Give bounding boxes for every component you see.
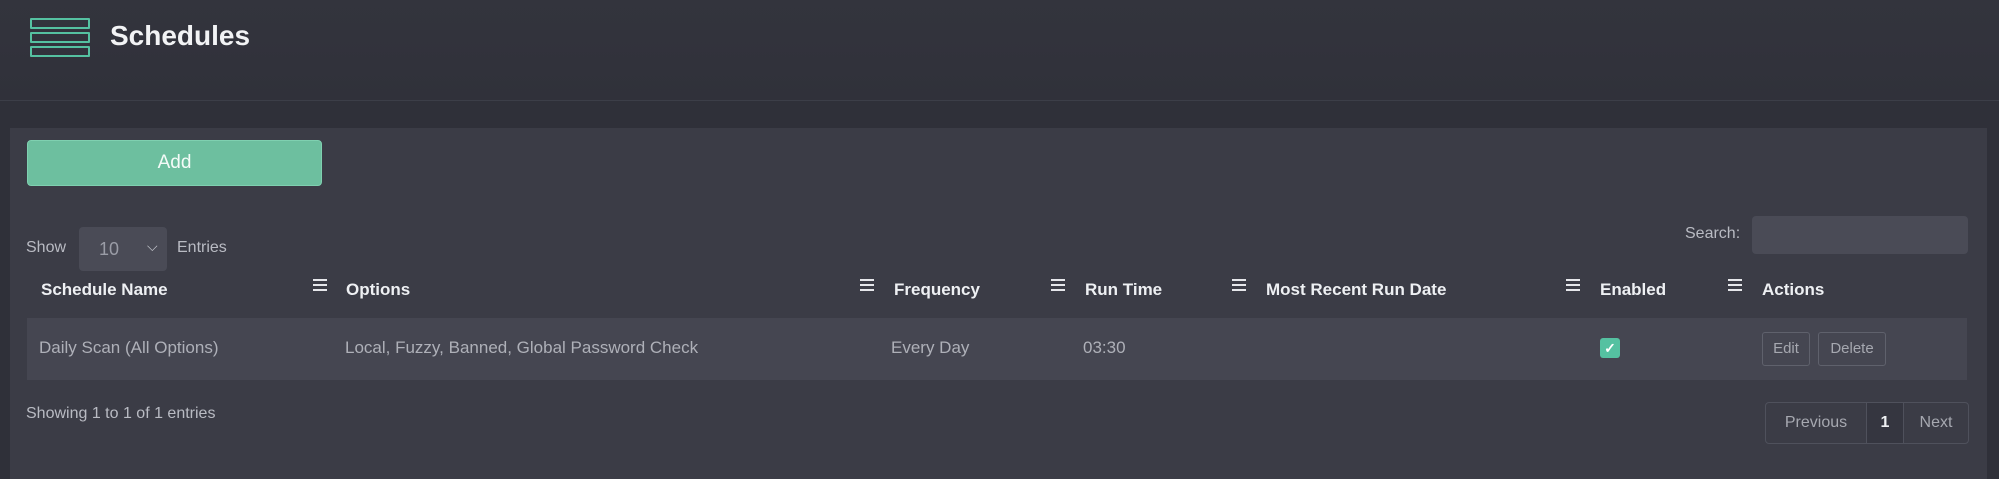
edit-button[interactable]: Edit bbox=[1762, 332, 1810, 366]
sort-icon[interactable] bbox=[313, 279, 327, 293]
page-header: Schedules bbox=[0, 0, 1999, 101]
column-header-most-recent-run-date[interactable]: Most Recent Run Date bbox=[1266, 280, 1446, 300]
sort-icon[interactable] bbox=[860, 279, 874, 293]
entries-select[interactable]: 10 ⌵ bbox=[79, 227, 167, 271]
column-header-frequency[interactable]: Frequency bbox=[894, 280, 980, 300]
checkmark-icon: ✓ bbox=[1604, 340, 1616, 356]
table-row: Daily Scan (All Options) Local, Fuzzy, B… bbox=[27, 318, 1967, 380]
delete-button[interactable]: Delete bbox=[1818, 332, 1886, 366]
entries-label: Entries bbox=[177, 239, 227, 256]
page-1-button[interactable]: 1 bbox=[1867, 403, 1904, 443]
page-title: Schedules bbox=[110, 20, 251, 51]
pagination: Previous 1 Next bbox=[1765, 402, 1969, 444]
chevron-down-icon: ⌵ bbox=[147, 238, 158, 254]
table-info: Showing 1 to 1 of 1 entries bbox=[26, 405, 216, 422]
column-header-options[interactable]: Options bbox=[346, 280, 410, 300]
run-time-cell: 03:30 bbox=[1083, 338, 1126, 357]
column-header-schedule-name[interactable]: Schedule Name bbox=[41, 280, 168, 300]
sort-icon[interactable] bbox=[1051, 279, 1065, 293]
options-cell: Local, Fuzzy, Banned, Global Password Ch… bbox=[345, 338, 699, 357]
menu-list-icon bbox=[30, 18, 92, 62]
search-input[interactable] bbox=[1752, 216, 1968, 254]
sort-icon[interactable] bbox=[1232, 279, 1246, 293]
schedule-name-cell: Daily Scan (All Options) bbox=[39, 338, 219, 357]
previous-page-button[interactable]: Previous bbox=[1766, 403, 1867, 443]
entries-select-value: 10 bbox=[99, 239, 120, 259]
column-header-run-time[interactable]: Run Time bbox=[1085, 280, 1162, 300]
enabled-checkbox[interactable]: ✓ bbox=[1600, 338, 1620, 358]
column-header-enabled[interactable]: Enabled bbox=[1600, 280, 1666, 300]
column-header-actions: Actions bbox=[1762, 280, 1825, 299]
sort-icon[interactable] bbox=[1728, 279, 1742, 293]
schedules-panel: Add Show 10 ⌵ Entries Search: Schedule N… bbox=[10, 128, 1987, 479]
search-label: Search: bbox=[1685, 225, 1741, 242]
frequency-cell: Every Day bbox=[891, 338, 970, 357]
sort-icon[interactable] bbox=[1566, 279, 1580, 293]
next-page-button[interactable]: Next bbox=[1904, 403, 1968, 443]
add-schedule-button[interactable]: Add bbox=[27, 140, 322, 186]
show-label: Show bbox=[26, 239, 67, 256]
